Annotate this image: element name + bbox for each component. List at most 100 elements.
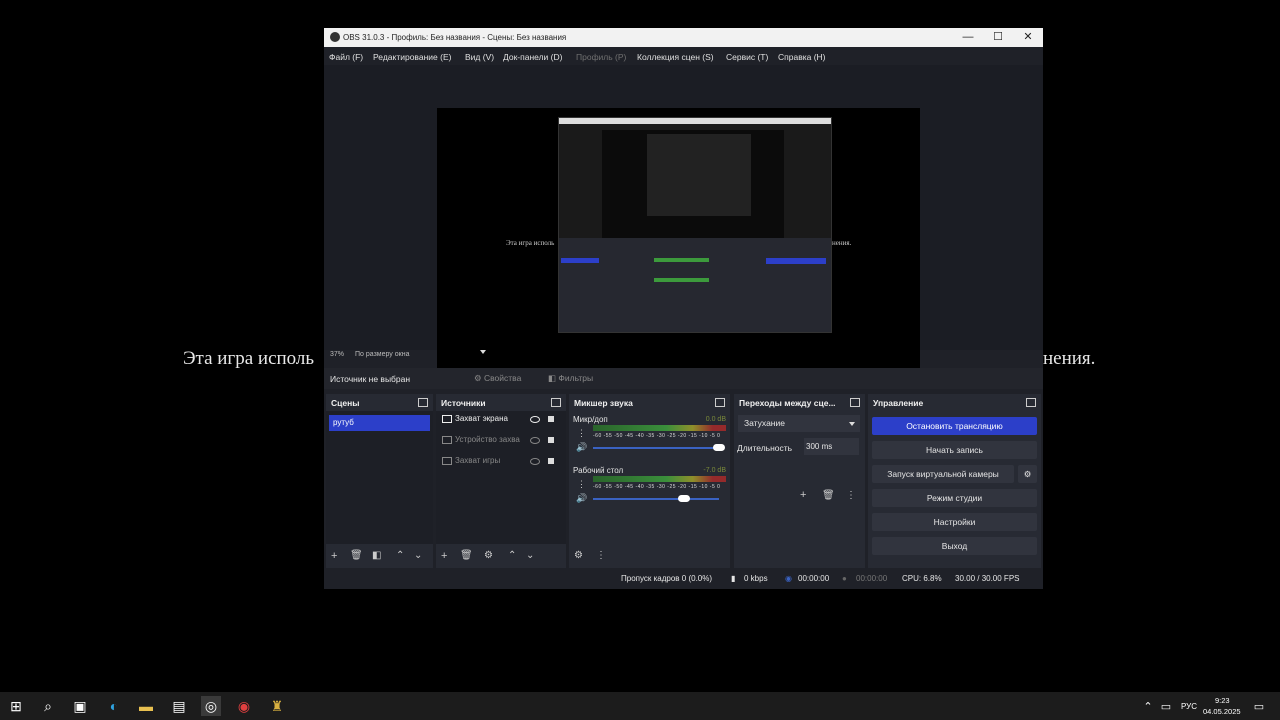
chevron-up-icon[interactable]: ⌃ bbox=[1138, 696, 1158, 716]
menu-docks[interactable]: Док-панели (D) bbox=[503, 52, 562, 62]
scene-filters-icon[interactable]: ◧ bbox=[372, 550, 381, 561]
channel-menu-icon[interactable]: ⋮ bbox=[577, 428, 586, 439]
scenes-list: рутуб bbox=[326, 411, 433, 544]
speaker-icon[interactable]: 🔊 bbox=[576, 442, 587, 453]
store-icon[interactable]: ▤ bbox=[169, 696, 189, 716]
advanced-audio-icon[interactable]: ⚙ bbox=[574, 550, 583, 561]
stream-icon: ◉ bbox=[785, 574, 792, 583]
undock-icon[interactable] bbox=[418, 398, 428, 407]
transition-menu-icon[interactable]: ⋮ bbox=[846, 490, 856, 501]
move-down-icon[interactable]: ⌄ bbox=[414, 550, 422, 561]
zoom-mode[interactable]: По размеру окна bbox=[355, 351, 409, 358]
lock-icon[interactable] bbox=[548, 437, 554, 443]
preview-canvas[interactable]: Эта игра исполь нения. bbox=[437, 108, 920, 380]
preview-area[interactable]: Эта игра исполь нения. bbox=[324, 65, 1043, 380]
camera-icon bbox=[442, 435, 452, 444]
nested-screen-capture bbox=[558, 117, 832, 333]
eye-hidden-icon[interactable] bbox=[530, 458, 540, 465]
no-source-label: Источник не выбран bbox=[330, 374, 411, 384]
eye-hidden-icon[interactable] bbox=[530, 437, 540, 444]
remove-transition-icon[interactable]: 🗑 bbox=[822, 490, 835, 501]
menu-profile[interactable]: Профиль (P) bbox=[576, 52, 626, 62]
menu-scene-collection[interactable]: Коллекция сцен (S) bbox=[637, 52, 714, 62]
notifications-icon[interactable]: ▭ bbox=[1249, 696, 1269, 716]
transition-selected: Затухание bbox=[744, 418, 785, 428]
volume-meter bbox=[593, 425, 726, 431]
title-bar[interactable]: OBS 31.0.3 - Профиль: Без названия - Сце… bbox=[324, 28, 1043, 47]
source-item[interactable]: Захват экрана bbox=[442, 411, 562, 427]
zoom-dropdown-icon[interactable] bbox=[480, 350, 486, 354]
audio-mixer-dock: Микшер звука Микр/доп 0.0 dB ⋮ -60 -55 -… bbox=[569, 394, 730, 568]
obs-window: OBS 31.0.3 - Профиль: Без названия - Сце… bbox=[324, 28, 1043, 589]
source-settings-icon[interactable]: ⚙ bbox=[484, 550, 493, 561]
obs-taskbar-icon[interactable]: ◎ bbox=[201, 696, 221, 716]
lock-icon[interactable] bbox=[548, 416, 554, 422]
remove-scene-icon[interactable]: 🗑 bbox=[350, 550, 363, 561]
taskbar: ⊞ ⌕ ▣ ◐ ▬ ▤ ◎ ◉ ♜ ⌃ ▭ РУС 9:23 04.05.202… bbox=[0, 692, 1280, 720]
transitions-title: Переходы между сце... bbox=[739, 398, 836, 408]
studio-mode-button[interactable]: Режим студии bbox=[872, 489, 1037, 507]
add-source-icon[interactable]: + bbox=[441, 550, 447, 562]
speaker-icon[interactable]: 🔊 bbox=[576, 493, 587, 504]
undock-icon[interactable] bbox=[715, 398, 725, 407]
bitrate: 0 kbps bbox=[744, 574, 768, 583]
volume-slider[interactable] bbox=[593, 447, 719, 449]
network-icon[interactable]: ▭ bbox=[1156, 696, 1176, 716]
undock-icon[interactable] bbox=[1026, 398, 1036, 407]
filters-button[interactable]: ◧ Фильтры bbox=[548, 373, 593, 384]
obs-logo-icon bbox=[330, 32, 340, 42]
add-scene-icon[interactable]: + bbox=[331, 550, 337, 562]
meter-scale: -60 -55 -50 -45 -40 -35 -30 -25 -20 -15 … bbox=[593, 433, 721, 439]
virtual-camera-button[interactable]: Запуск виртуальной камеры bbox=[872, 465, 1014, 483]
exit-button[interactable]: Выход bbox=[872, 537, 1037, 555]
duration-field[interactable]: 300 ms bbox=[804, 438, 859, 455]
gamepad-icon bbox=[442, 456, 452, 465]
undock-icon[interactable] bbox=[850, 398, 860, 407]
settings-button[interactable]: Настройки bbox=[872, 513, 1037, 531]
lock-icon[interactable] bbox=[548, 458, 554, 464]
volume-slider[interactable] bbox=[593, 498, 719, 500]
task-view-icon[interactable]: ▣ bbox=[70, 696, 90, 716]
record-icon: ● bbox=[842, 574, 847, 583]
maximize-button[interactable]: ☐ bbox=[983, 28, 1013, 47]
minimize-button[interactable]: — bbox=[953, 28, 983, 47]
menu-view[interactable]: Вид (V) bbox=[465, 52, 494, 62]
start-record-button[interactable]: Начать запись bbox=[872, 441, 1037, 459]
search-icon[interactable]: ⌕ bbox=[38, 696, 58, 716]
volume-knob[interactable] bbox=[713, 444, 725, 451]
mixer-menu-icon[interactable]: ⋮ bbox=[596, 550, 606, 561]
move-down-icon[interactable]: ⌄ bbox=[526, 550, 534, 561]
channel-menu-icon[interactable]: ⋮ bbox=[577, 479, 586, 490]
source-name: Захват игры bbox=[455, 456, 501, 465]
close-button[interactable]: ✕ bbox=[1013, 28, 1043, 47]
move-up-icon[interactable]: ⌃ bbox=[396, 550, 404, 561]
clock-date[interactable]: 04.05.2025 bbox=[1203, 707, 1241, 716]
remove-source-icon[interactable]: 🗑 bbox=[460, 550, 473, 561]
stop-stream-button[interactable]: Остановить трансляцию bbox=[872, 417, 1037, 435]
menu-help[interactable]: Справка (H) bbox=[778, 52, 826, 62]
undock-icon[interactable] bbox=[551, 398, 561, 407]
menu-tools[interactable]: Сервис (T) bbox=[726, 52, 768, 62]
eye-icon[interactable] bbox=[530, 416, 540, 423]
source-item[interactable]: Устройство захва bbox=[442, 432, 562, 448]
language-indicator[interactable]: РУС bbox=[1181, 702, 1197, 711]
menu-file[interactable]: Файл (F) bbox=[329, 52, 363, 62]
source-item[interactable]: Захват игры bbox=[442, 453, 562, 469]
game-app-icon[interactable]: ♜ bbox=[267, 696, 287, 716]
virtual-camera-settings-icon[interactable]: ⚙ bbox=[1018, 465, 1037, 483]
properties-button[interactable]: ⚙ Свойства bbox=[474, 373, 521, 384]
add-transition-icon[interactable]: + bbox=[800, 489, 806, 501]
signal-icon: ▮ bbox=[731, 574, 736, 583]
edge-browser-icon[interactable]: ◐ bbox=[104, 696, 124, 716]
chrome-icon[interactable]: ◉ bbox=[234, 696, 254, 716]
file-explorer-icon[interactable]: ▬ bbox=[136, 696, 156, 716]
transition-select[interactable]: Затухание bbox=[738, 415, 860, 432]
move-up-icon[interactable]: ⌃ bbox=[508, 550, 516, 561]
volume-knob[interactable] bbox=[677, 495, 690, 502]
scene-item[interactable]: рутуб bbox=[329, 415, 430, 431]
background-text-left: Эта игра исполь bbox=[183, 348, 315, 369]
monitor-icon bbox=[442, 414, 452, 423]
windows-start-icon[interactable]: ⊞ bbox=[6, 696, 26, 716]
clock-time[interactable]: 9:23 bbox=[1215, 696, 1230, 705]
menu-edit[interactable]: Редактирование (E) bbox=[373, 52, 451, 62]
